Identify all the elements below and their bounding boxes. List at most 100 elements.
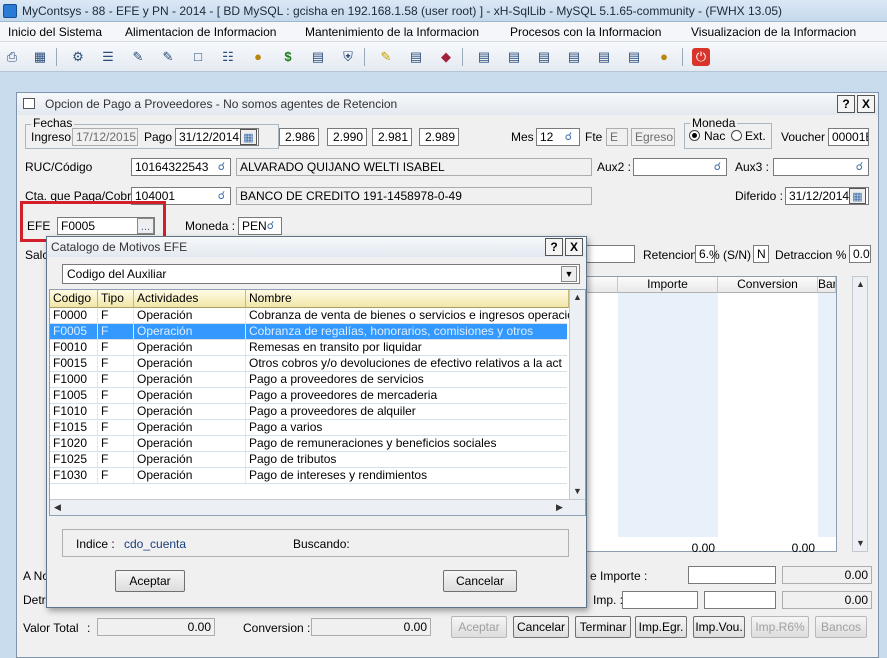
col-header-nombre[interactable]: Nombre: [246, 290, 569, 308]
catalog-grid[interactable]: Codigo Tipo Actividades Nombre F0000 F Ope…: [49, 289, 586, 516]
imp-egr-button[interactable]: Imp.Egr.: [635, 616, 687, 638]
table-row[interactable]: [50, 484, 567, 500]
tools-icon[interactable]: ⚙: [68, 47, 88, 67]
bancos-button[interactable]: Bancos: [815, 616, 867, 638]
dollar-icon[interactable]: $: [278, 47, 298, 67]
cell-tipo: F: [98, 324, 134, 339]
table-row[interactable]: F1020 F Operación Pago de remuneraciones y …: [50, 436, 567, 452]
indice-value: cdo_cuenta: [124, 537, 187, 551]
tree-icon[interactable]: ☷: [218, 47, 238, 67]
table-row[interactable]: F1025 F Operación Pago de tributos: [50, 452, 567, 468]
table-row[interactable]: F1030 F Operación Pago de intereses y rendi…: [50, 468, 567, 484]
mes-lookup-icon[interactable]: ☌: [560, 129, 577, 145]
cta-lookup-icon[interactable]: ☌: [213, 188, 230, 204]
catalog-close-button[interactable]: X: [565, 238, 583, 256]
menu-visualizacion[interactable]: Visualizacion de la Informacion: [691, 25, 856, 39]
catalog-cancel-button[interactable]: Cancelar: [443, 570, 517, 592]
diferido-calendar-icon[interactable]: ▦: [849, 188, 866, 204]
users-icon[interactable]: ●: [248, 47, 268, 67]
menu-alimentacion[interactable]: Alimentacion de Informacion: [125, 25, 276, 39]
cancelar-button[interactable]: Cancelar: [513, 616, 569, 638]
aceptar-button[interactable]: Aceptar: [451, 616, 507, 638]
users2-icon[interactable]: ●: [654, 47, 674, 67]
detail-grid[interactable]: Importe Conversion Banco 0.00 0.00: [577, 276, 837, 555]
cell-tipo: F: [98, 372, 134, 387]
buscando-label: Buscando:: [293, 537, 350, 551]
edit-doc-icon[interactable]: ✎: [128, 47, 148, 67]
report5-icon[interactable]: ▤: [594, 47, 614, 67]
terminar-button[interactable]: Terminar: [575, 616, 631, 638]
help-button[interactable]: ?: [837, 95, 855, 113]
note-icon[interactable]: ▤: [406, 47, 426, 67]
rate-field-4[interactable]: 2.989: [419, 128, 459, 146]
catalog-accept-button[interactable]: Aceptar: [115, 570, 185, 592]
cell-actividades: Operación: [134, 420, 246, 435]
col-header-actividades[interactable]: Actividades: [134, 290, 246, 308]
ruc-lookup-icon[interactable]: ☌: [213, 159, 230, 175]
order-by-value: Codigo del Auxiliar: [67, 267, 167, 281]
sn-field[interactable]: N: [753, 245, 769, 263]
order-by-select[interactable]: Codigo del Auxiliar ▼: [62, 264, 580, 284]
report1-icon[interactable]: ▤: [474, 47, 494, 67]
close-button[interactable]: X: [857, 95, 875, 113]
menu-procesos[interactable]: Procesos con la Informacion: [510, 25, 661, 39]
catalog-help-button[interactable]: ?: [545, 238, 563, 256]
report4-icon[interactable]: ▤: [564, 47, 584, 67]
report6-icon[interactable]: ▤: [624, 47, 644, 67]
report2-icon[interactable]: ▤: [504, 47, 524, 67]
table-row[interactable]: F1015 F Operación Pago a varios: [50, 420, 567, 436]
table-row[interactable]: F1000 F Operación Pago a proveedores de ser…: [50, 372, 567, 388]
moneda-lookup-icon[interactable]: ☌: [262, 218, 279, 234]
moneda-nac-radio[interactable]: [689, 130, 700, 141]
rate-field-1[interactable]: 2.986: [279, 128, 319, 146]
list-icon[interactable]: ☰: [98, 47, 118, 67]
catalog-vscrollbar[interactable]: ▲ ▼: [569, 290, 585, 499]
col-header-codigo[interactable]: Codigo: [50, 290, 98, 308]
detail-grid-scrollbar[interactable]: ▲ ▼: [852, 276, 868, 552]
detraccion-field[interactable]: 0.0: [849, 245, 871, 263]
table-row[interactable]: F0010 F Operación Remesas en transito por l…: [50, 340, 567, 356]
menu-mantenimiento[interactable]: Mantenimiento de la Informacion: [305, 25, 479, 39]
scroll-down-icon[interactable]: ▼: [570, 484, 585, 499]
cell-nombre: Remesas en transito por liquidar: [249, 340, 422, 354]
catalog-hscrollbar[interactable]: ◀ ▶: [50, 499, 585, 515]
report3-icon[interactable]: ▤: [534, 47, 554, 67]
fechas-legend: Fechas: [31, 116, 75, 130]
scroll-left-icon[interactable]: ◀: [50, 500, 65, 515]
cell-codigo: F1005: [50, 388, 98, 403]
aux2-lookup-icon[interactable]: ☌: [709, 159, 726, 175]
imp-r6-button[interactable]: Imp.R6%: [751, 616, 809, 638]
pencil-icon[interactable]: ✎: [376, 47, 396, 67]
importe-input[interactable]: [688, 566, 776, 584]
scroll-up-icon[interactable]: ▲: [853, 277, 868, 292]
imp-vou-button[interactable]: Imp.Vou.: [693, 616, 745, 638]
rate-field-2[interactable]: 2.990: [327, 128, 367, 146]
calendar-picker-icon[interactable]: ▦: [240, 129, 257, 145]
imp-input-2[interactable]: [704, 591, 776, 609]
shield-icon[interactable]: ⛨: [338, 47, 358, 67]
exit-icon[interactable]: ⏻: [692, 48, 710, 66]
table-row[interactable]: F1010 F Operación Pago a proveedores de alq…: [50, 404, 567, 420]
table-row[interactable]: F0005 F Operación Cobranza de regalías, hon…: [50, 324, 567, 340]
new-doc-icon[interactable]: □: [188, 47, 208, 67]
table-row[interactable]: F1005 F Operación Pago a proveedores de mer…: [50, 388, 567, 404]
table-row[interactable]: F0015 F Operación Otros cobros y/o devoluci…: [50, 356, 567, 372]
calculator-icon[interactable]: ▦: [30, 47, 50, 67]
calendar-icon[interactable]: ▤: [308, 47, 328, 67]
col-header-tipo[interactable]: Tipo: [98, 290, 134, 308]
cell-nombre: Pago de remuneraciones y beneficios soci…: [249, 436, 497, 450]
aux3-lookup-icon[interactable]: ☌: [851, 159, 868, 175]
table-row[interactable]: F0000 F Operación Cobranza de venta de bien…: [50, 308, 569, 324]
voucher-field[interactable]: 00001E: [828, 128, 869, 146]
chevron-down-icon[interactable]: ▼: [561, 266, 577, 282]
diamond-icon[interactable]: ◆: [436, 47, 456, 67]
scroll-up-icon[interactable]: ▲: [570, 290, 585, 305]
moneda-ext-radio[interactable]: [731, 130, 742, 141]
imp-input-1[interactable]: [622, 591, 698, 609]
printer-icon[interactable]: ⎙: [2, 47, 22, 67]
scroll-right-icon[interactable]: ▶: [552, 500, 567, 515]
edit-doc2-icon[interactable]: ✎: [158, 47, 178, 67]
rate-field-3[interactable]: 2.981: [372, 128, 412, 146]
menu-inicio[interactable]: Inicio del Sistema: [8, 25, 102, 39]
scroll-down-icon[interactable]: ▼: [853, 536, 868, 551]
